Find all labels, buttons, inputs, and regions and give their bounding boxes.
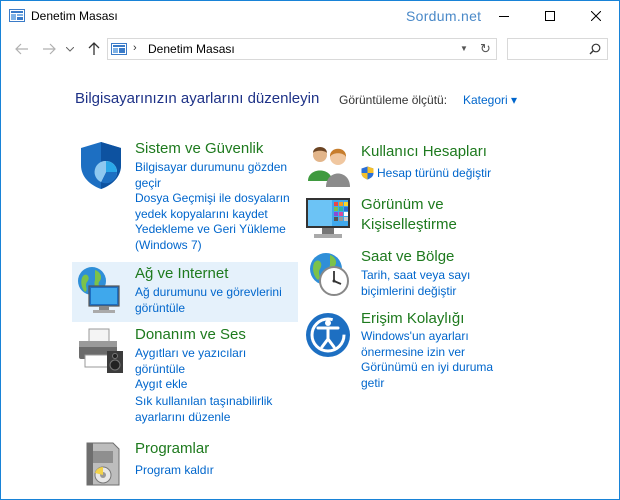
watermark-text: Sordum.net: [406, 8, 482, 24]
control-panel-crumb-icon: [111, 43, 127, 55]
category-title-system-security[interactable]: Sistem ve Güvenlik: [135, 140, 263, 157]
breadcrumb-separator-icon[interactable]: ›: [133, 42, 137, 54]
link-backup-restore[interactable]: Yedekleme ve Geri Yükleme: [135, 222, 286, 238]
link-let-windows-suggest[interactable]: Windows'un ayarları: [361, 329, 469, 345]
chevron-down-icon: [66, 46, 74, 52]
refresh-icon[interactable]: ↻: [480, 41, 491, 57]
maximize-button[interactable]: [527, 1, 573, 31]
navigation-bar: › Denetim Masası ▼ ↻: [1, 31, 619, 67]
forward-button[interactable]: [38, 39, 60, 59]
category-title-appearance-line2[interactable]: Kişiselleştirme: [361, 216, 457, 233]
minimize-icon: [499, 16, 509, 17]
clock-globe-icon[interactable]: [304, 249, 356, 301]
link-backup-restore-cont[interactable]: (Windows 7): [135, 238, 202, 254]
link-file-history[interactable]: Dosya Geçmişi ile dosyaların: [135, 191, 290, 207]
category-title-programs[interactable]: Programlar: [135, 440, 209, 457]
address-dropdown-icon[interactable]: ▼: [460, 44, 468, 53]
minimize-button[interactable]: [481, 1, 527, 31]
category-title-hardware-sound[interactable]: Donanım ve Ses: [135, 326, 246, 343]
search-icon[interactable]: [589, 43, 601, 55]
link-mobility-settings[interactable]: Sık kullanılan taşınabilirlik: [135, 394, 272, 410]
link-mobility-settings-cont[interactable]: ayarlarını düzenle: [135, 410, 230, 426]
close-button[interactable]: [573, 1, 619, 31]
link-review-status[interactable]: Bilgisayar durumunu gözden: [135, 160, 287, 176]
page-title: Bilgisayarınızın ayarlarını düzenleyin: [75, 90, 320, 107]
category-title-user-accounts[interactable]: Kullanıcı Hesapları: [361, 143, 487, 160]
up-button[interactable]: [83, 39, 105, 59]
link-devices-printers-cont[interactable]: görüntüle: [135, 362, 185, 378]
appearance-monitor-icon[interactable]: [304, 194, 356, 246]
category-title-appearance-line1[interactable]: Görünüm ve: [361, 196, 444, 213]
link-change-date-formats-cont[interactable]: biçimlerini değiştir: [361, 284, 456, 300]
arrow-up-icon: [88, 42, 100, 55]
arrow-left-icon: [15, 43, 28, 55]
link-review-status-cont[interactable]: geçir: [135, 176, 161, 192]
breadcrumb[interactable]: Denetim Masası: [148, 42, 235, 56]
link-devices-printers[interactable]: Aygıtları ve yazıcıları: [135, 346, 246, 362]
back-button[interactable]: [11, 39, 33, 59]
view-by-label: Görüntüleme ölçütü:: [339, 93, 448, 107]
control-panel-window: Denetim Masası Sordum.net › Denetim Masa…: [0, 0, 620, 500]
link-uninstall-program[interactable]: Program kaldır: [135, 463, 214, 479]
control-panel-app-icon: [9, 9, 25, 22]
category-title-clock-region[interactable]: Saat ve Bölge: [361, 248, 454, 265]
shield-icon[interactable]: [75, 139, 127, 191]
view-by-dropdown[interactable]: Kategori ▾: [463, 93, 517, 107]
window-title: Denetim Masası: [31, 9, 118, 23]
search-input[interactable]: [507, 38, 608, 60]
link-network-status[interactable]: Ağ durumunu ve görevlerini: [135, 285, 282, 301]
uac-shield-icon: [361, 166, 374, 180]
close-icon: [591, 11, 601, 21]
title-bar[interactable]: Denetim Masası Sordum.net: [1, 1, 619, 31]
address-bar[interactable]: › Denetim Masası ▼ ↻: [107, 38, 497, 60]
link-optimize-display-cont[interactable]: getir: [361, 376, 384, 392]
link-let-windows-suggest-cont[interactable]: önermesine izin ver: [361, 345, 465, 361]
category-title-network[interactable]: Ağ ve Internet: [135, 265, 228, 282]
ease-of-access-icon[interactable]: [304, 311, 356, 363]
maximize-icon: [545, 11, 555, 21]
link-add-device[interactable]: Aygıt ekle: [135, 377, 187, 393]
recent-locations-button[interactable]: [63, 39, 77, 59]
link-change-date-formats[interactable]: Tarih, saat veya sayı: [361, 268, 470, 284]
link-file-history-cont[interactable]: yedek kopyalarını kaydet: [135, 207, 268, 223]
printer-icon[interactable]: [75, 325, 127, 377]
programs-box-icon[interactable]: [75, 437, 127, 489]
category-title-ease-of-access[interactable]: Erişim Kolaylığı: [361, 310, 464, 327]
arrow-right-icon: [43, 43, 56, 55]
link-network-status-cont[interactable]: görüntüle: [135, 301, 185, 317]
users-icon[interactable]: [304, 141, 356, 193]
network-globe-icon[interactable]: [75, 264, 127, 316]
link-change-account-type[interactable]: Hesap türünü değiştir: [377, 166, 491, 182]
link-optimize-display[interactable]: Görünümü en iyi duruma: [361, 360, 493, 376]
